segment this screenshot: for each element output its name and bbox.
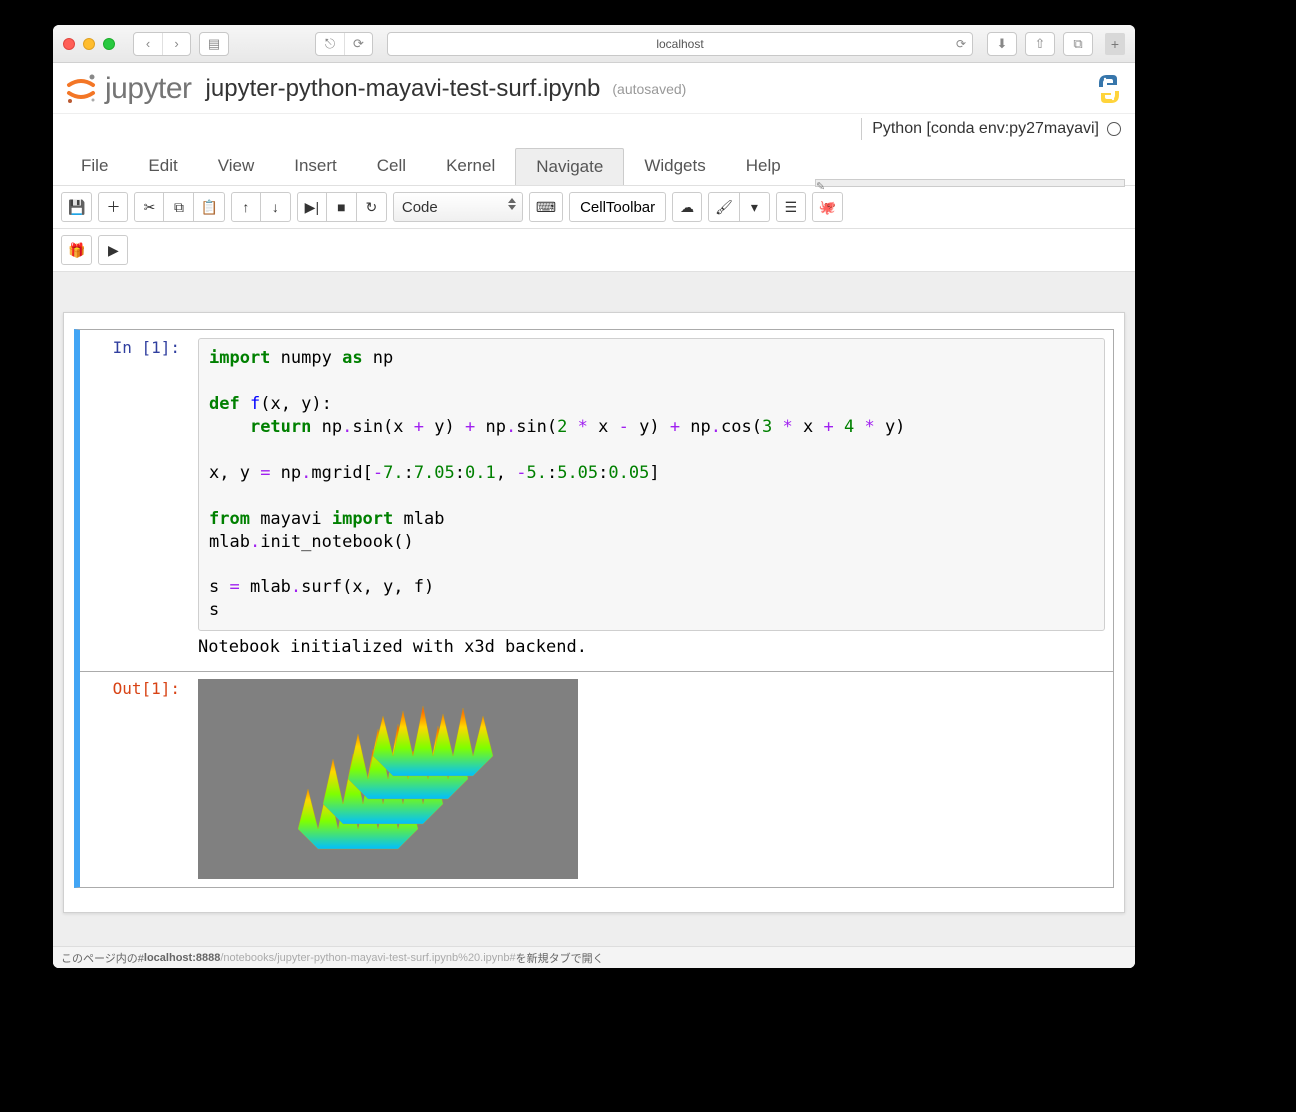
cell-type-select[interactable]: Code <box>393 192 523 222</box>
jupyter-logo-icon <box>63 71 99 107</box>
jupyter-logo-text: jupyter <box>105 72 192 106</box>
cell-type-value: Code <box>402 199 438 216</box>
maximize-window-button[interactable] <box>103 38 115 50</box>
browser-statusbar: このページ内の#localhost:8888/notebooks/jupyter… <box>53 946 1135 968</box>
notebook-title[interactable]: jupyter-python-mayavi-test-surf.ipynb <box>206 75 601 103</box>
address-bar[interactable]: localhost ⟳ <box>387 32 973 56</box>
output-cell: Out[1]: <box>74 671 1114 888</box>
menubar: File Edit View Insert Cell Kernel Naviga… <box>53 144 1135 186</box>
tabs-button[interactable]: ⧉ <box>1064 33 1092 55</box>
download-button[interactable]: ⬇ <box>988 33 1016 55</box>
toolbar: 💾 ＋ ✂ ⧉ 📋 ↑ ↓ ▶| ■ ↻ Code ⌨ CellToolbar … <box>53 186 1135 229</box>
input-prompt: In [1]: <box>80 330 190 671</box>
restart-button[interactable]: ↻ <box>357 192 387 222</box>
save-button[interactable]: 💾 <box>61 192 92 222</box>
move-down-button[interactable]: ↓ <box>261 192 291 222</box>
back-button[interactable]: ‹ <box>134 33 162 55</box>
new-tab-button[interactable]: + <box>1105 33 1125 55</box>
menu-widgets[interactable]: Widgets <box>624 148 725 185</box>
command-palette-button[interactable]: ⌨ <box>529 192 563 222</box>
insert-cell-below-button[interactable]: ＋ <box>98 192 128 222</box>
output-prompt: Out[1]: <box>80 671 190 887</box>
kernel-name[interactable]: Python [conda env:py27mayavi] <box>872 120 1099 138</box>
minimize-window-button[interactable] <box>83 38 95 50</box>
menu-dropdown-edge: ✎ <box>815 179 1125 187</box>
gift-button[interactable]: 🎁 <box>61 235 92 265</box>
output-stream: Notebook initialized with x3d backend. <box>198 631 1105 663</box>
refresh-icon[interactable]: ⟳ <box>956 37 966 51</box>
reader-button[interactable]: ⎋ <box>316 33 344 55</box>
cloud-button[interactable]: ☁ <box>672 192 702 222</box>
toolbar-row2: 🎁 ▶ <box>53 229 1135 272</box>
address-text: localhost <box>656 37 703 51</box>
browser-window: ‹ › ▤ ⎋ ⟳ localhost ⟳ ⬇ ⇧ ⧉ + <box>53 25 1135 968</box>
code-cell[interactable]: In [1]: import numpy as np def f(x, y): … <box>74 329 1114 672</box>
nav-back-forward: ‹ › <box>133 32 191 56</box>
sidebar-toggle-group: ▤ <box>199 32 229 56</box>
forward-button[interactable]: › <box>162 33 190 55</box>
python-logo-icon <box>1093 73 1125 105</box>
menu-navigate[interactable]: Navigate <box>515 148 624 185</box>
notebook-area[interactable]: In [1]: import numpy as np def f(x, y): … <box>53 272 1135 946</box>
jupyter-logo[interactable]: jupyter <box>63 71 192 107</box>
menu-insert[interactable]: Insert <box>274 148 357 185</box>
notebook-container: In [1]: import numpy as np def f(x, y): … <box>63 312 1125 913</box>
menu-cell[interactable]: Cell <box>357 148 426 185</box>
output-3d-surface[interactable] <box>198 679 578 879</box>
menu-view[interactable]: View <box>198 148 275 185</box>
list-button[interactable]: ☰ <box>776 192 806 222</box>
code-editor[interactable]: import numpy as np def f(x, y): return n… <box>198 338 1105 631</box>
cell-toolbar-button[interactable]: CellToolbar <box>569 192 666 222</box>
browser-titlebar: ‹ › ▤ ⎋ ⟳ localhost ⟳ ⬇ ⇧ ⧉ + <box>53 25 1135 63</box>
status-suffix: を新規タブで開く <box>516 950 604 966</box>
close-window-button[interactable] <box>63 38 75 50</box>
notebook-header: jupyter jupyter-python-mayavi-test-surf.… <box>53 63 1135 113</box>
kernel-status-indicator <box>1107 122 1121 136</box>
menu-kernel[interactable]: Kernel <box>426 148 515 185</box>
brush-button[interactable]: 🖌 <box>708 192 740 222</box>
brush-dropdown-button[interactable]: ▾ <box>740 192 770 222</box>
kernel-row: Python [conda env:py27mayavi] <box>53 113 1135 144</box>
status-path: /notebooks/jupyter-python-mayavi-test-su… <box>220 952 515 964</box>
window-controls <box>63 38 115 50</box>
page-content: jupyter jupyter-python-mayavi-test-surf.… <box>53 63 1135 968</box>
share-button[interactable]: ⇧ <box>1026 33 1054 55</box>
reload-button[interactable]: ⟳ <box>344 33 372 55</box>
menu-edit[interactable]: Edit <box>128 148 197 185</box>
output-area <box>190 671 1113 887</box>
move-up-button[interactable]: ↑ <box>231 192 261 222</box>
menu-help[interactable]: Help <box>726 148 801 185</box>
status-host: localhost:8888 <box>144 952 220 964</box>
video-button[interactable]: ▶ <box>98 235 128 265</box>
stop-button[interactable]: ■ <box>327 192 357 222</box>
reader-reload-group: ⎋ ⟳ <box>315 32 373 56</box>
status-prefix: このページ内の# <box>61 950 144 966</box>
github-button[interactable]: 🐙 <box>812 192 843 222</box>
autosave-status: (autosaved) <box>612 81 686 97</box>
input-area: import numpy as np def f(x, y): return n… <box>190 330 1113 671</box>
cut-button[interactable]: ✂ <box>134 192 164 222</box>
menu-file[interactable]: File <box>61 148 128 185</box>
run-button[interactable]: ▶| <box>297 192 327 222</box>
sidebar-button[interactable]: ▤ <box>200 33 228 55</box>
paste-button[interactable]: 📋 <box>194 192 224 222</box>
copy-button[interactable]: ⧉ <box>164 192 194 222</box>
